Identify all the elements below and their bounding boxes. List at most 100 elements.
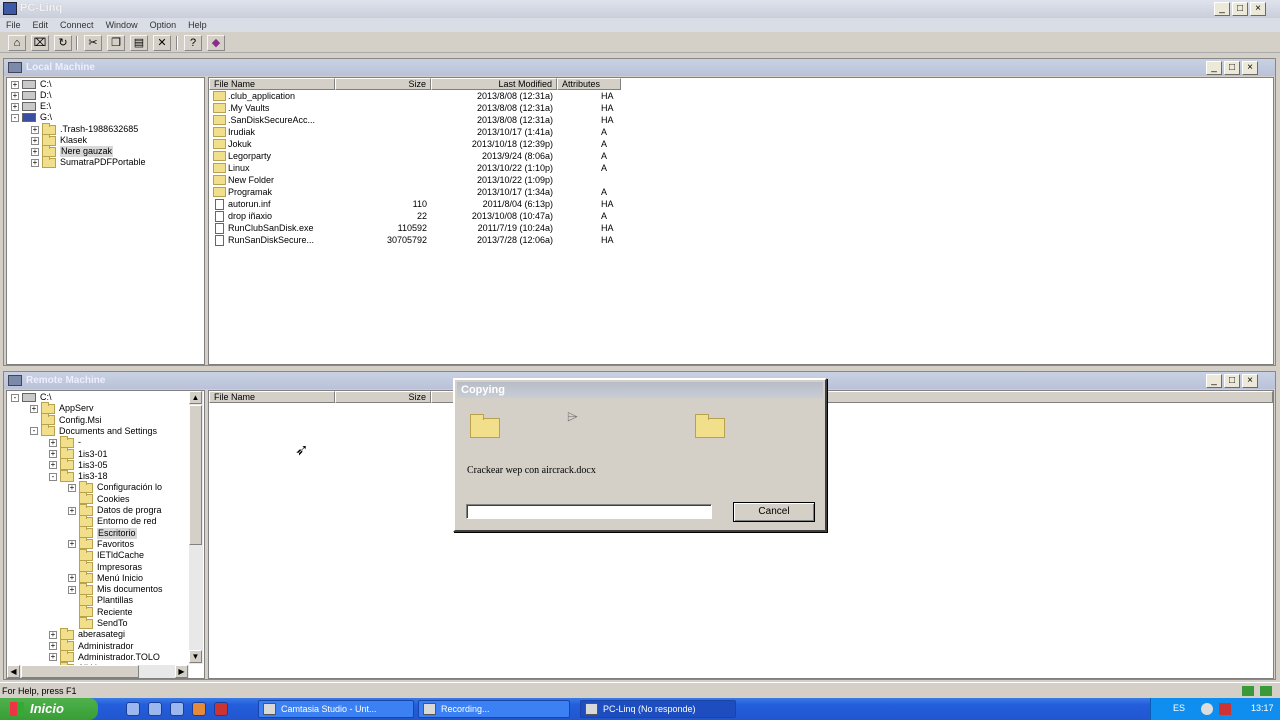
tree-node[interactable]: +1is3-05 [49, 458, 108, 471]
table-row[interactable]: .My Vaults 2013/8/08 (12:31a) HA [209, 102, 629, 114]
menu-edit[interactable]: Edit [27, 18, 55, 32]
close-icon[interactable]: × [1242, 374, 1258, 388]
expand-icon[interactable]: + [30, 404, 38, 413]
remote-tree[interactable]: - C:\ + AppServ Config.Msi - Documents and Set… [6, 390, 205, 679]
table-row[interactable]: autorun.inf 110 2011/8/04 (6:13p) HA [209, 198, 629, 210]
taskbar: Inicio Camtasia Studio - Unt... Recordin… [0, 698, 1280, 720]
about-icon[interactable]: ◆ [207, 35, 225, 51]
refresh-icon[interactable]: ↻ [54, 35, 72, 51]
menu-option[interactable]: Option [144, 18, 183, 32]
column-header-name[interactable]: File Name [209, 78, 335, 90]
scroll-right-icon[interactable]: ▶ [175, 665, 188, 678]
tree-node[interactable]: + AppServ [30, 401, 94, 414]
quicklaunch-icon[interactable] [192, 702, 206, 716]
expand-icon[interactable]: + [68, 483, 76, 492]
vertical-scrollbar[interactable]: ▲ ▼ [189, 391, 203, 664]
tree-node[interactable]: + SumatraPDFPortable [31, 155, 146, 168]
expand-icon[interactable]: + [68, 585, 76, 594]
task-pc-linq[interactable]: PC-Linq (No responde) [580, 700, 736, 718]
scroll-left-icon[interactable]: ◀ [7, 665, 20, 678]
menu-help[interactable]: Help [182, 18, 213, 32]
tree-node[interactable]: Reciente [68, 605, 133, 618]
close-icon[interactable]: × [1250, 2, 1266, 16]
expand-icon[interactable]: + [49, 630, 57, 639]
local-file-list[interactable]: File Name Size Last Modified Attributes … [208, 77, 1274, 365]
expand-icon[interactable]: + [49, 642, 57, 651]
delete-icon[interactable]: ✕ [153, 35, 171, 51]
expand-icon[interactable]: + [49, 438, 57, 447]
table-row[interactable]: .club_application 2013/8/08 (12:31a) HA [209, 90, 629, 102]
column-header-size[interactable]: Size [335, 391, 431, 403]
tree-node[interactable]: + Klasek [31, 133, 87, 146]
copy-icon[interactable]: ❐ [107, 35, 125, 51]
table-row[interactable]: RunClubSanDisk.exe 110592 2011/7/19 (10:24… [209, 222, 629, 234]
task-camtasia[interactable]: Camtasia Studio - Unt... [258, 700, 414, 718]
expand-icon[interactable]: + [68, 574, 76, 583]
tray-icon[interactable] [1219, 703, 1231, 715]
column-header-modified[interactable]: Last Modified [431, 78, 557, 90]
connect-icon[interactable]: ⌂ [8, 35, 26, 51]
tree-node[interactable]: Cookies [68, 492, 130, 505]
properties-icon[interactable]: ? [184, 35, 202, 51]
tree-node[interactable]: + D:\ [11, 90, 52, 101]
tree-node[interactable]: SendTo [68, 616, 128, 629]
scroll-up-icon[interactable]: ▲ [189, 391, 202, 404]
maximize-icon[interactable]: □ [1232, 2, 1248, 16]
collapse-icon[interactable]: - [49, 472, 57, 481]
scroll-thumb[interactable] [189, 405, 202, 545]
table-row[interactable]: Legorparty 2013/9/24 (8:06a) A [209, 150, 629, 162]
collapse-icon[interactable]: - [30, 427, 38, 436]
quicklaunch-icon[interactable] [148, 702, 162, 716]
table-row[interactable]: RunSanDiskSecure... 30705792 2013/7/28 (12… [209, 234, 629, 246]
task-recording[interactable]: Recording... [418, 700, 570, 718]
scroll-down-icon[interactable]: ▼ [189, 650, 202, 663]
minimize-icon[interactable]: _ [1214, 2, 1230, 16]
table-row[interactable]: Jokuk 2013/10/18 (12:39p) A [209, 138, 629, 150]
tree-node[interactable]: - Documents and Settings [30, 424, 157, 437]
tray-icon[interactable] [1201, 703, 1213, 715]
scroll-thumb[interactable] [21, 665, 139, 678]
folder-icon [79, 616, 93, 629]
table-row[interactable]: Linux 2013/10/22 (1:10p) A [209, 162, 629, 174]
minimize-icon[interactable]: _ [1206, 61, 1222, 75]
expand-icon[interactable]: + [49, 450, 57, 458]
table-row[interactable]: Programak 2013/10/17 (1:34a) A [209, 186, 629, 198]
maximize-icon[interactable]: □ [1224, 61, 1240, 75]
start-button[interactable]: Inicio [0, 698, 98, 720]
expand-icon[interactable]: + [49, 653, 57, 662]
table-row[interactable]: New Folder 2013/10/22 (1:09p) [209, 174, 629, 186]
minimize-icon[interactable]: _ [1206, 374, 1222, 388]
menu-connect[interactable]: Connect [54, 18, 100, 32]
language-indicator[interactable]: ES [1173, 703, 1185, 713]
tree-node[interactable]: +1is3-01 [49, 447, 108, 460]
local-tree[interactable]: + C:\ + D:\ + E:\ - G:\ + .Trash-1988632685 +… [6, 77, 205, 365]
quicklaunch-icon[interactable] [170, 702, 184, 716]
column-header-attributes[interactable]: Attributes [557, 78, 621, 90]
tree-node[interactable]: + C:\ [11, 79, 52, 90]
expand-icon[interactable]: + [68, 506, 76, 515]
menu-file[interactable]: File [0, 18, 27, 32]
close-icon[interactable]: × [1242, 61, 1258, 75]
cut-icon[interactable]: ✂ [84, 35, 102, 51]
quicklaunch-icon[interactable] [126, 702, 140, 716]
table-row[interactable]: drop iñaxio 22 2013/10/08 (10:47a) A [209, 210, 629, 222]
paste-icon[interactable]: ▤ [130, 35, 148, 51]
horizontal-scrollbar[interactable]: ◀ ▶ [7, 665, 189, 678]
menu-window[interactable]: Window [100, 18, 144, 32]
quicklaunch-icon[interactable] [214, 702, 228, 716]
expand-icon[interactable]: + [49, 461, 57, 470]
cancel-button[interactable]: Cancel [733, 502, 815, 522]
collapse-icon[interactable]: - [11, 393, 19, 402]
tree-node[interactable]: + Favoritos [68, 537, 134, 550]
table-row[interactable]: Irudiak 2013/10/17 (1:41a) A [209, 126, 629, 138]
file-attributes: HA [601, 103, 614, 113]
tree-node[interactable]: Plantillas [68, 593, 133, 606]
maximize-icon[interactable]: □ [1224, 374, 1240, 388]
column-header-name[interactable]: File Name [209, 391, 335, 403]
tree-node[interactable]: + E:\ [11, 101, 51, 112]
disconnect-icon[interactable]: ⌧ [31, 35, 49, 51]
expand-icon[interactable]: + [68, 540, 76, 549]
table-row[interactable]: .SanDiskSecureAcc... 2013/8/08 (12:31a) HA [209, 114, 629, 126]
column-header-size[interactable]: Size [335, 78, 431, 90]
tree-node[interactable]: - G:\ [11, 112, 52, 123]
